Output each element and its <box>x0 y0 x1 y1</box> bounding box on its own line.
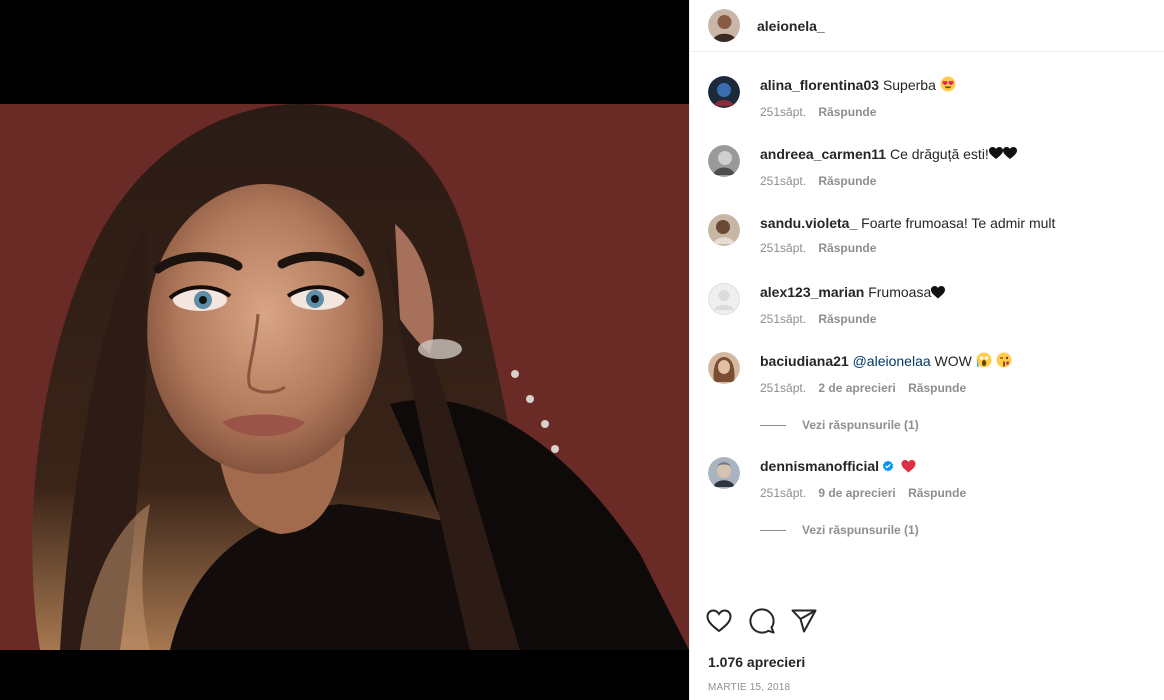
speech-bubble-icon[interactable] <box>747 606 777 636</box>
replies-divider <box>760 529 786 531</box>
post-header: aleionela_ <box>690 0 1164 52</box>
reply-button[interactable]: Răspunde <box>818 105 876 119</box>
comment-message: Foarte frumoasa! Te admir mult <box>861 215 1056 231</box>
reply-button[interactable]: Răspunde <box>818 312 876 326</box>
comment-time: 251săpt. <box>760 241 807 255</box>
post-photo <box>0 104 689 650</box>
comment-username[interactable]: alina_florentina03 <box>760 77 879 93</box>
post-actions <box>690 606 1164 642</box>
comment-username[interactable]: dennismanofficial <box>760 458 879 474</box>
post-side-panel: aleionela_ alina_florentina03 Superba 25… <box>689 0 1164 700</box>
comment-time: 251săpt. <box>760 105 807 119</box>
comment-time: 251săpt. <box>760 381 807 395</box>
red-heart-emoji-icon <box>901 459 916 477</box>
comment-text: sandu.violeta_ Foarte frumoasa! Te admir… <box>760 214 1140 232</box>
commenter-avatar[interactable] <box>708 145 740 177</box>
comment-username[interactable]: andreea_carmen11 <box>760 146 886 162</box>
reply-button[interactable]: Răspunde <box>818 241 876 255</box>
portrait-illustration <box>0 104 689 650</box>
post-date: MARTIE 15, 2018 <box>708 682 791 693</box>
comment-username[interactable]: sandu.violeta_ <box>760 215 857 231</box>
comment-message: Ce drăguță esti! <box>889 146 989 162</box>
post-likes-count[interactable]: 1.076 aprecieri <box>708 654 805 670</box>
black-hearts-emoji-icon <box>988 147 1017 165</box>
comment-message: Frumoasa <box>868 284 932 300</box>
comment-message: WOW <box>934 353 972 369</box>
comment-time: 251săpt. <box>760 486 807 500</box>
view-replies-label[interactable]: Vezi răspunsurile (1) <box>802 418 919 432</box>
post-media[interactable] <box>0 0 689 700</box>
commenter-avatar[interactable] <box>708 457 740 489</box>
comment-time: 251săpt. <box>760 174 807 188</box>
comment-likes-count[interactable]: 9 de aprecieri <box>818 486 895 500</box>
reply-button[interactable]: Răspunde <box>908 486 966 500</box>
comment-meta: 251săpt. Răspunde <box>760 312 1140 326</box>
view-replies-button[interactable]: Vezi răspunsurile (1) <box>760 523 919 537</box>
commenter-avatar[interactable] <box>708 352 740 384</box>
black-heart-emoji-icon <box>931 285 946 303</box>
comment-time: 251săpt. <box>760 312 807 326</box>
comment-meta: 251săpt. 2 de aprecieri Răspunde <box>760 381 1140 395</box>
comment-text: andreea_carmen11 Ce drăguță esti! <box>760 145 1140 165</box>
replies-divider <box>760 424 786 426</box>
paper-plane-icon[interactable] <box>789 606 819 636</box>
scream-kiss-emoji-icon <box>976 352 1012 372</box>
reply-button[interactable]: Răspunde <box>818 174 876 188</box>
verified-badge-icon <box>882 458 894 472</box>
default-avatar-icon[interactable] <box>708 283 740 315</box>
author-avatar[interactable] <box>708 9 740 42</box>
comment-mention-link[interactable]: @aleionelaa <box>853 353 931 369</box>
comment-text: dennismanofficial <box>760 457 1140 477</box>
comment-text: alex123_marian Frumoasa <box>760 283 1140 303</box>
comment-text: alina_florentina03 Superba <box>760 76 1140 96</box>
comment-text: baciudiana21 @aleionelaa WOW <box>760 352 1140 372</box>
commenter-avatar[interactable] <box>708 214 740 246</box>
heart-outline-icon[interactable] <box>704 606 734 636</box>
heart-eyes-emoji-icon <box>940 76 956 96</box>
comment-meta: 251săpt. 9 de aprecieri Răspunde <box>760 486 1140 500</box>
view-replies-label[interactable]: Vezi răspunsurile (1) <box>802 523 919 537</box>
comment-meta: 251săpt. Răspunde <box>760 241 1140 255</box>
comment-username[interactable]: baciudiana21 <box>760 353 849 369</box>
comments-list: alina_florentina03 Superba 251săpt. Răsp… <box>690 52 1164 600</box>
comment-meta: 251săpt. Răspunde <box>760 174 1140 188</box>
view-replies-button[interactable]: Vezi răspunsurile (1) <box>760 418 919 432</box>
commenter-avatar[interactable] <box>708 76 740 108</box>
comment-meta: 251săpt. Răspunde <box>760 105 1140 119</box>
reply-button[interactable]: Răspunde <box>908 381 966 395</box>
author-username[interactable]: aleionela_ <box>757 18 825 34</box>
comment-message: Superba <box>882 77 936 93</box>
comment-username[interactable]: alex123_marian <box>760 284 864 300</box>
comment-likes-count[interactable]: 2 de aprecieri <box>818 381 895 395</box>
